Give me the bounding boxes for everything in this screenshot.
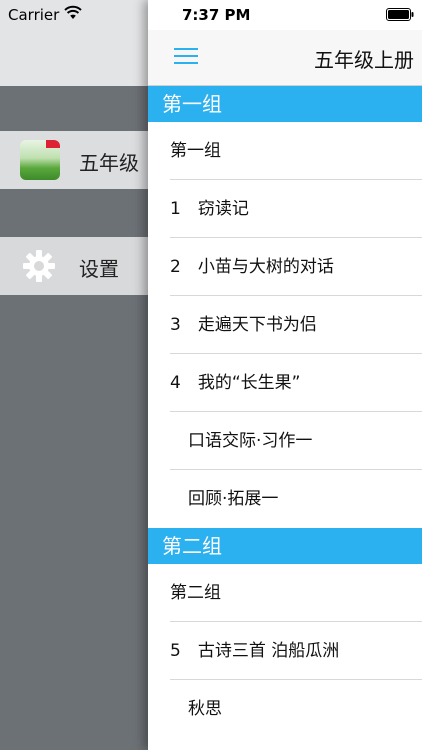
- side-menu-header: [0, 30, 160, 86]
- list-item[interactable]: 4 我的“长生果”: [148, 354, 422, 412]
- list-item[interactable]: 1 窃读记: [148, 180, 422, 238]
- section-header: 第二组: [148, 528, 422, 564]
- list-item-label: 1 窃读记: [170, 199, 249, 219]
- side-status-bar: Carrier: [0, 0, 160, 30]
- list-item[interactable]: 回顾·拓展一: [148, 470, 422, 528]
- status-bar: 7:37 PM: [148, 0, 422, 30]
- side-menu: Carrier 五年级 设置: [0, 0, 160, 750]
- list-item-label: 第一组: [170, 141, 221, 161]
- list-item-label: 回顾·拓展一: [188, 489, 279, 509]
- wifi-icon: [64, 5, 82, 19]
- carrier-label: Carrier: [8, 6, 60, 24]
- battery-icon: [386, 8, 414, 21]
- list-item[interactable]: 3 走遍天下书为侣: [148, 296, 422, 354]
- chapter-list: 第一组 第一组 1 窃读记 2 小苗与大树的对话 3 走遍天下书为侣 4 我的“长生果” 口…: [148, 86, 422, 738]
- list-item-label: 口语交际·习作一: [188, 431, 313, 451]
- list-item[interactable]: 2 小苗与大树的对话: [148, 238, 422, 296]
- main-panel: 7:37 PM 五年级上册 第一组 第一组 1 窃读记 2 小苗与大树的对话 3 走遍天…: [148, 0, 422, 750]
- list-item-label: 4 我的“长生果”: [170, 373, 301, 393]
- hamburger-menu-icon[interactable]: [174, 46, 198, 66]
- side-menu-item-grade5[interactable]: 五年级: [0, 131, 160, 189]
- side-menu-item-settings[interactable]: 设置: [0, 237, 160, 295]
- list-item-label: 2 小苗与大树的对话: [170, 257, 334, 277]
- list-item-label: 第二组: [170, 583, 221, 603]
- list-item-label: 秋思: [188, 699, 222, 719]
- list-item[interactable]: 5 古诗三首 泊船瓜洲: [148, 622, 422, 680]
- book-cover-icon: [20, 140, 60, 180]
- list-item[interactable]: 第二组: [148, 564, 422, 622]
- list-item-label: 5 古诗三首 泊船瓜洲: [170, 641, 340, 661]
- list-item-label: 3 走遍天下书为侣: [170, 315, 317, 335]
- navigation-bar: 五年级上册: [148, 30, 422, 86]
- side-menu-item-label: 五年级: [79, 151, 139, 175]
- list-item[interactable]: 口语交际·习作一: [148, 412, 422, 470]
- list-item[interactable]: 第一组: [148, 122, 422, 180]
- page-title: 五年级上册: [314, 48, 414, 72]
- gear-icon: [23, 250, 55, 282]
- status-time: 7:37 PM: [182, 6, 251, 24]
- section-header: 第一组: [148, 86, 422, 122]
- list-item[interactable]: 秋思: [148, 680, 422, 738]
- side-menu-item-label: 设置: [79, 257, 119, 281]
